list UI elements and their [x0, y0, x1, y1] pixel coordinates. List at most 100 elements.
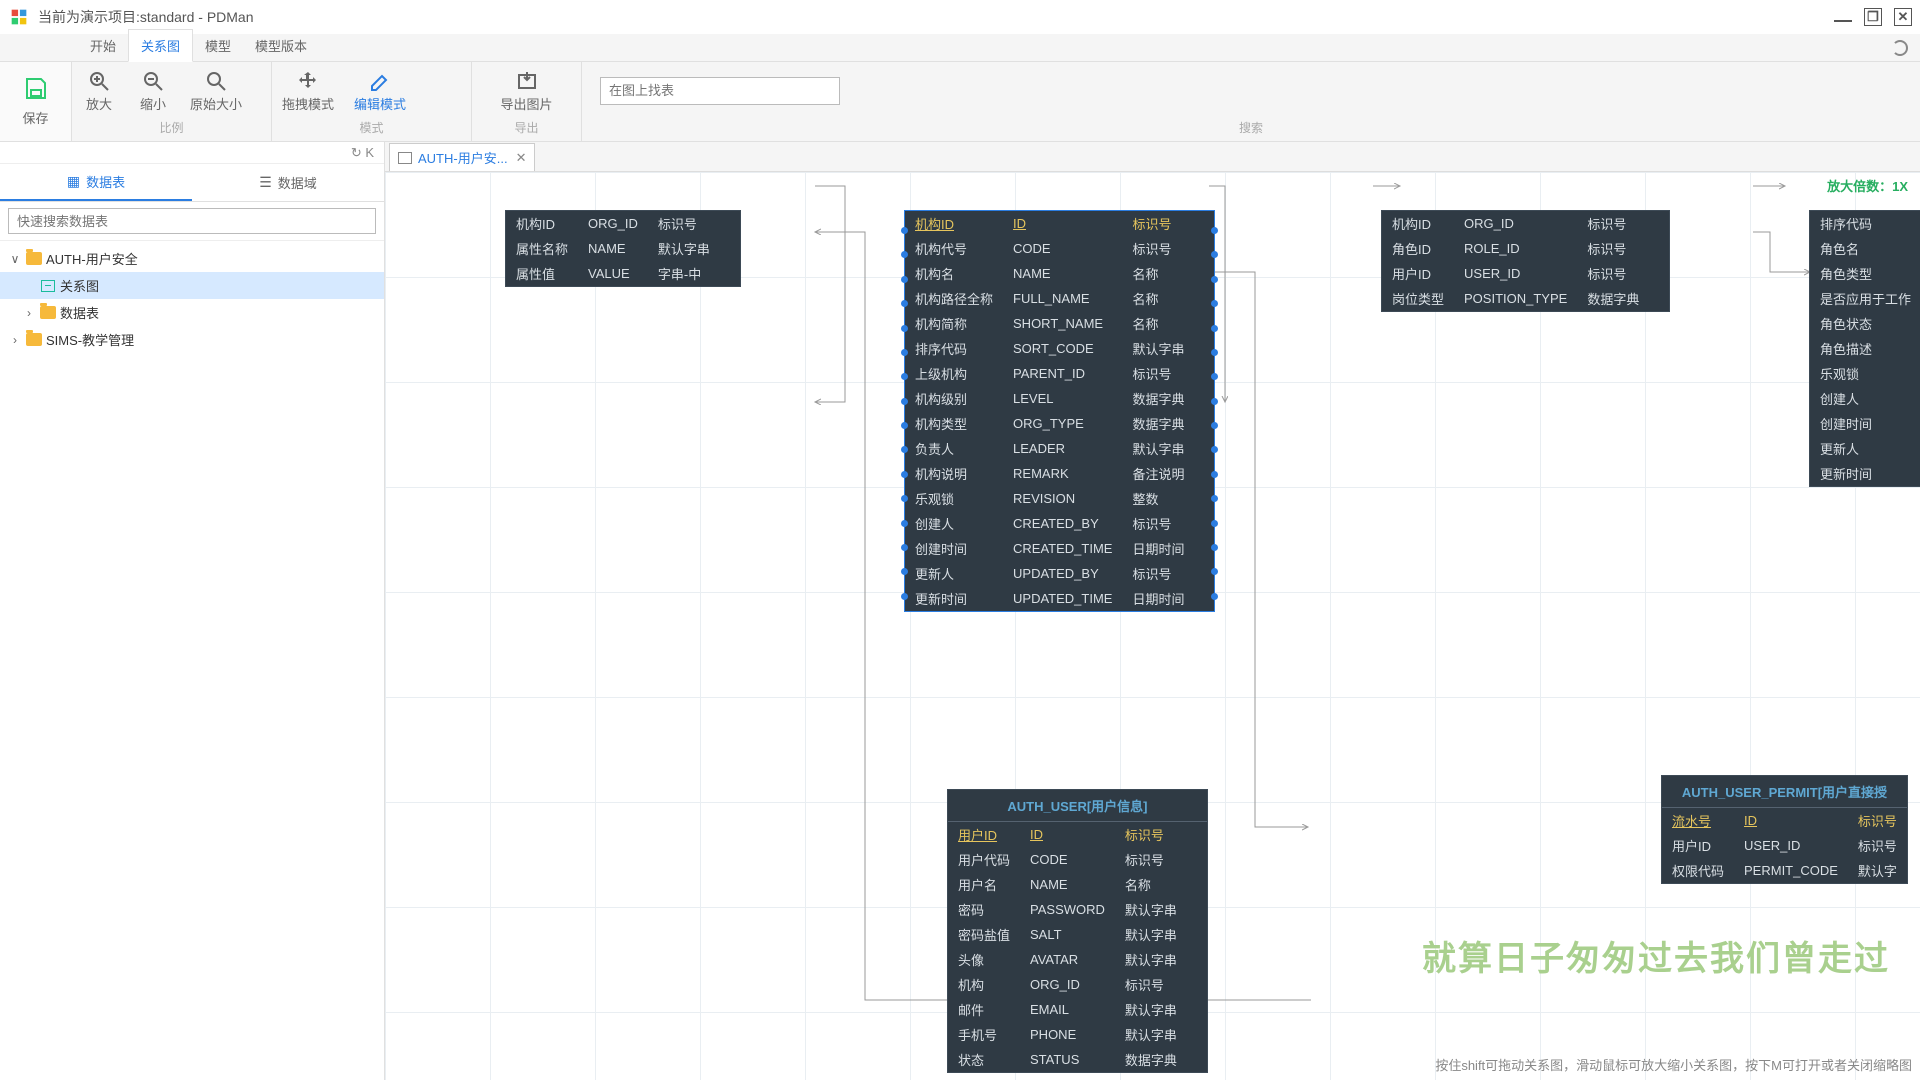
window-close-button[interactable]: ✕ [1894, 8, 1912, 26]
column-row[interactable]: 流水号ID标识号 [1662, 808, 1907, 833]
column-row[interactable]: 更新人UPDATED_BY标识号 [905, 561, 1214, 586]
column-row[interactable]: 密码盐值SALT默认字串 [948, 922, 1207, 947]
column-row[interactable]: 更新人 [1810, 436, 1920, 461]
column-row[interactable]: 状态STATUS数据字典 [948, 1047, 1207, 1072]
connection-port[interactable] [1211, 471, 1218, 478]
column-row[interactable]: 更新时间 [1810, 461, 1920, 486]
column-row[interactable]: 岗位类型POSITION_TYPE数据字典 [1382, 286, 1669, 311]
column-row[interactable]: 机构IDORG_ID标识号 [506, 211, 740, 236]
quick-search-input[interactable] [8, 208, 376, 234]
column-row[interactable]: 机构路径全称FULL_NAME名称 [905, 286, 1214, 311]
column-row[interactable]: 邮件EMAIL默认字串 [948, 997, 1207, 1022]
tree-diagram-auth[interactable]: 关系图 [0, 272, 384, 299]
tree-folder-sims[interactable]: ›SIMS-教学管理 [0, 326, 384, 353]
entity-org[interactable]: 机构IDID标识号机构代号CODE标识号机构名NAME名称机构路径全称FULL_… [905, 211, 1214, 611]
column-row[interactable]: 机构级别LEVEL数据字典 [905, 386, 1214, 411]
column-row[interactable]: 角色IDROLE_ID标识号 [1382, 236, 1669, 261]
zoom-in-button[interactable]: 放大 [72, 64, 126, 117]
column-row[interactable]: 角色类型 [1810, 261, 1920, 286]
column-row[interactable]: 机构IDID标识号 [905, 211, 1214, 236]
column-row[interactable]: 机构名NAME名称 [905, 261, 1214, 286]
column-row[interactable]: 角色名 [1810, 236, 1920, 261]
menu-model-version[interactable]: 模型版本 [243, 30, 319, 61]
connection-port[interactable] [1211, 520, 1218, 527]
column-row[interactable]: 排序代码SORT_CODE默认字串 [905, 336, 1214, 361]
connection-port[interactable] [1211, 349, 1218, 356]
entity-attr[interactable]: 机构IDORG_ID标识号属性名称NAME默认字串属性值VALUE字串-中 [506, 211, 740, 286]
column-row[interactable]: 机构类型ORG_TYPE数据字典 [905, 411, 1214, 436]
column-row[interactable]: 上级机构PARENT_ID标识号 [905, 361, 1214, 386]
column-row[interactable]: 是否应用于工作 [1810, 286, 1920, 311]
column-row[interactable]: 用户IDUSER_ID标识号 [1382, 261, 1669, 286]
column-row[interactable]: 手机号PHONE默认字串 [948, 1022, 1207, 1047]
column-row[interactable]: 属性值VALUE字串-中 [506, 261, 740, 286]
column-row[interactable]: 角色描述 [1810, 336, 1920, 361]
editor-tab-auth[interactable]: AUTH-用户安...✕ [389, 143, 535, 171]
edit-mode-button[interactable]: 编辑模式 [344, 64, 416, 117]
drag-mode-button[interactable]: 拖拽模式 [272, 64, 344, 117]
sidebar-refresh[interactable]: ↻ K [0, 142, 384, 164]
column-row[interactable]: 用户IDUSER_ID标识号 [1662, 833, 1907, 858]
column-row[interactable]: 机构IDORG_ID标识号 [1382, 211, 1669, 236]
tab-close-button[interactable]: ✕ [516, 150, 527, 166]
column-row[interactable]: 机构说明REMARK备注说明 [905, 461, 1214, 486]
menu-model[interactable]: 模型 [193, 30, 243, 61]
column-row[interactable]: 创建人 [1810, 386, 1920, 411]
entity-permit[interactable]: AUTH_USER_PERMIT[用户直接授流水号ID标识号用户IDUSER_I… [1662, 776, 1907, 883]
column-row[interactable]: 角色状态 [1810, 311, 1920, 336]
window-minimize-button[interactable] [1834, 12, 1852, 22]
connection-port[interactable] [901, 325, 908, 332]
column-row[interactable]: 头像AVATAR默认字串 [948, 947, 1207, 972]
zoom-out-button[interactable]: 缩小 [126, 64, 180, 117]
column-row[interactable]: 更新时间UPDATED_TIME日期时间 [905, 586, 1214, 611]
connection-port[interactable] [1211, 398, 1218, 405]
column-row[interactable]: 创建时间CREATED_TIME日期时间 [905, 536, 1214, 561]
menu-start[interactable]: 开始 [78, 30, 128, 61]
column-row[interactable]: 排序代码 [1810, 211, 1920, 236]
connection-port[interactable] [901, 276, 908, 283]
entity-role[interactable]: 排序代码角色名角色类型是否应用于工作角色状态角色描述乐观锁创建人创建时间更新人更… [1810, 211, 1920, 486]
connection-port[interactable] [1211, 422, 1218, 429]
connection-port[interactable] [901, 471, 908, 478]
connection-port[interactable] [901, 422, 908, 429]
connection-port[interactable] [901, 593, 908, 600]
er-canvas[interactable]: 放大倍数：1X 机构IDORG_ID标识号属性名称NAME默认字串属性值VALU… [385, 172, 1920, 1080]
connection-port[interactable] [1211, 227, 1218, 234]
column-row[interactable]: 用户名NAME名称 [948, 872, 1207, 897]
canvas-search-input[interactable] [600, 77, 840, 105]
tree-folder-auth[interactable]: ∨AUTH-用户安全 [0, 245, 384, 272]
column-row[interactable]: 用户IDID标识号 [948, 822, 1207, 847]
column-row[interactable]: 密码PASSWORD默认字串 [948, 897, 1207, 922]
sidebar-tab-domain[interactable]: ☰数据域 [192, 164, 384, 201]
column-row[interactable]: 乐观锁REVISION整数 [905, 486, 1214, 511]
tree-folder-auth-tables[interactable]: ›数据表 [0, 299, 384, 326]
window-maximize-button[interactable]: ❐ [1864, 8, 1882, 26]
save-button[interactable]: 保存 [0, 62, 72, 141]
connection-port[interactable] [901, 349, 908, 356]
connection-port[interactable] [901, 520, 908, 527]
menu-diagram[interactable]: 关系图 [128, 29, 193, 62]
refresh-icon[interactable] [1892, 40, 1908, 56]
column-row[interactable]: 乐观锁 [1810, 361, 1920, 386]
connection-port[interactable] [901, 398, 908, 405]
connection-port[interactable] [1211, 544, 1218, 551]
zoom-reset-button[interactable]: 原始大小 [180, 64, 252, 117]
column-row[interactable]: 权限代码PERMIT_CODE默认字 [1662, 858, 1907, 883]
column-row[interactable]: 负责人LEADER默认字串 [905, 436, 1214, 461]
column-row[interactable]: 用户代码CODE标识号 [948, 847, 1207, 872]
connection-port[interactable] [1211, 276, 1218, 283]
column-row[interactable]: 机构ORG_ID标识号 [948, 972, 1207, 997]
entity-pos[interactable]: 机构IDORG_ID标识号角色IDROLE_ID标识号用户IDUSER_ID标识… [1382, 211, 1669, 311]
column-row[interactable]: 创建时间 [1810, 411, 1920, 436]
entity-user[interactable]: AUTH_USER[用户信息]用户IDID标识号用户代码CODE标识号用户名NA… [948, 790, 1207, 1072]
export-image-button[interactable]: 导出图片 [472, 64, 581, 117]
connection-port[interactable] [901, 544, 908, 551]
column-row[interactable]: 机构代号CODE标识号 [905, 236, 1214, 261]
connection-port[interactable] [1211, 593, 1218, 600]
column-row[interactable]: 机构简称SHORT_NAME名称 [905, 311, 1214, 336]
column-row[interactable]: 属性名称NAME默认字串 [506, 236, 740, 261]
connection-port[interactable] [901, 227, 908, 234]
connection-port[interactable] [1211, 325, 1218, 332]
sidebar-tab-tables[interactable]: ▦数据表 [0, 164, 192, 201]
column-row[interactable]: 创建人CREATED_BY标识号 [905, 511, 1214, 536]
